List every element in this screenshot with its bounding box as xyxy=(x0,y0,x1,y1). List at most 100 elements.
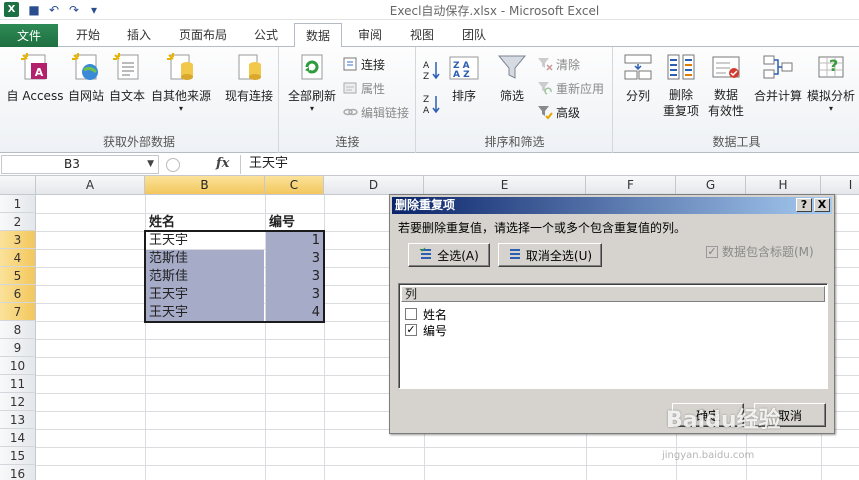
name-box-dropdown-icon[interactable]: ▼ xyxy=(147,156,154,173)
reapply-button[interactable]: 重新应用 xyxy=(537,79,604,97)
insert-function-icon[interactable]: fx xyxy=(216,156,229,171)
from-other-sources-button[interactable]: 自其他来源 ▾ xyxy=(148,51,214,113)
row-header-1[interactable]: 1 xyxy=(0,195,36,213)
svg-text:?: ? xyxy=(829,56,838,75)
clear-filter-icon xyxy=(537,56,553,72)
row-header-8[interactable]: 8 xyxy=(0,321,36,339)
row-header-3[interactable]: 3 xyxy=(0,231,36,249)
what-if-analysis-button[interactable]: ? 模拟分析 ▾ xyxy=(806,51,856,113)
row-header-7[interactable]: 7 xyxy=(0,303,36,321)
cell-b3[interactable]: 王天宇 xyxy=(146,232,264,250)
from-access-button[interactable]: A 自 Access xyxy=(4,51,66,104)
row-header-4[interactable]: 4 xyxy=(0,249,36,267)
row-header-5[interactable]: 5 xyxy=(0,267,36,285)
row-header-2[interactable]: 2 xyxy=(0,213,36,231)
text-file-icon xyxy=(111,51,143,83)
column-option-id[interactable]: ✓ 编号 xyxy=(405,322,447,338)
formula-bar-splitter-icon[interactable] xyxy=(166,158,180,172)
watermark-url: jingyan.baidu.com xyxy=(662,450,755,461)
cell-b2[interactable]: 姓名 xyxy=(146,214,264,232)
row-header-6[interactable]: 6 xyxy=(0,285,36,303)
select-all-button[interactable]: 全选(A) xyxy=(408,243,490,267)
column-header-f[interactable]: F xyxy=(586,176,676,195)
clear-filter-button[interactable]: 清除 xyxy=(537,55,580,73)
group-label-sort-filter: 排序和筛选 xyxy=(484,135,545,149)
ribbon-tabs: 文件 开始 插入 页面布局 公式 数据 审阅 视图 团队 xyxy=(0,20,859,48)
group-data-tools: 分列 删除 重复项 数据 有效性 合并计算 ? 模拟分析 ▾ 数据工具 xyxy=(614,47,859,153)
column-header-a[interactable]: A xyxy=(36,176,145,195)
row-header-10[interactable]: 10 xyxy=(0,357,36,375)
row-header-14[interactable]: 14 xyxy=(0,429,36,447)
column-option-name[interactable]: 姓名 xyxy=(405,306,447,322)
formula-input[interactable]: 王天宇 xyxy=(240,155,857,174)
text-to-columns-icon xyxy=(622,51,654,83)
sort-za-button[interactable]: ZA xyxy=(423,93,441,116)
sort-az-button[interactable]: AZ xyxy=(423,61,441,82)
tab-review[interactable]: 审阅 xyxy=(346,23,394,47)
column-checkbox-id[interactable]: ✓ xyxy=(405,324,417,336)
close-button[interactable]: X xyxy=(814,198,830,212)
name-box[interactable]: B3 ▼ xyxy=(1,155,159,174)
has-headers-checkbox[interactable]: ✓ xyxy=(706,245,718,258)
connections-button[interactable]: 连接 xyxy=(342,55,385,73)
cell-c7[interactable]: 4 xyxy=(266,304,323,322)
column-header-i[interactable]: I xyxy=(821,176,859,195)
existing-connections-icon xyxy=(233,51,265,83)
remove-duplicates-button[interactable]: 删除 重复项 xyxy=(660,51,702,119)
advanced-filter-icon xyxy=(537,104,553,120)
cell-b6[interactable]: 王天宇 xyxy=(146,286,264,304)
cell-c5[interactable]: 3 xyxy=(266,268,323,286)
cell-c4[interactable]: 3 xyxy=(266,250,323,268)
column-header-b[interactable]: B xyxy=(145,176,265,195)
row-header-16[interactable]: 16 xyxy=(0,465,36,480)
row-header-9[interactable]: 9 xyxy=(0,339,36,357)
tab-team[interactable]: 团队 xyxy=(450,23,498,47)
unselect-all-button[interactable]: 取消全选(U) xyxy=(498,243,602,267)
tab-insert[interactable]: 插入 xyxy=(115,23,163,47)
dialog-title: 删除重复项 xyxy=(395,198,456,212)
cell-c6[interactable]: 3 xyxy=(266,286,323,304)
sort-button[interactable]: Z AA Z 排序 xyxy=(447,51,481,104)
from-web-button[interactable]: 自网站 xyxy=(66,51,106,104)
column-header-c[interactable]: C xyxy=(265,176,324,195)
cell-c3[interactable]: 1 xyxy=(266,232,323,250)
properties-button[interactable]: 属性 xyxy=(342,79,385,97)
data-validation-button[interactable]: 数据 有效性 xyxy=(704,51,748,119)
cell-c2[interactable]: 编号 xyxy=(266,214,323,232)
tab-view[interactable]: 视图 xyxy=(398,23,446,47)
has-headers-option[interactable]: ✓ 数据包含标题(M) xyxy=(706,243,814,260)
column-header-h[interactable]: H xyxy=(746,176,821,195)
svg-text:Z: Z xyxy=(423,95,429,105)
filter-button[interactable]: 筛选 xyxy=(495,51,529,104)
cell-b4[interactable]: 范斯佳 xyxy=(146,250,264,268)
tab-formulas[interactable]: 公式 xyxy=(243,23,289,47)
from-text-button[interactable]: 自文本 xyxy=(107,51,147,104)
column-checkbox-name[interactable] xyxy=(405,308,417,320)
reapply-icon xyxy=(537,80,553,96)
group-label-data-tools: 数据工具 xyxy=(712,135,761,149)
row-header-11[interactable]: 11 xyxy=(0,375,36,393)
tab-page-layout[interactable]: 页面布局 xyxy=(170,23,236,47)
row-header-12[interactable]: 12 xyxy=(0,393,36,411)
select-all-corner[interactable] xyxy=(0,176,36,195)
row-header-13[interactable]: 13 xyxy=(0,411,36,429)
cell-b5[interactable]: 范斯佳 xyxy=(146,268,264,286)
existing-connections-button[interactable]: 现有连接 xyxy=(222,51,276,104)
column-header-g[interactable]: G xyxy=(676,176,746,195)
dialog-title-bar[interactable]: 删除重复项 ? X xyxy=(392,197,832,214)
help-button[interactable]: ? xyxy=(796,198,812,212)
cell-b7[interactable]: 王天宇 xyxy=(146,304,264,322)
sort-descending-icon: ZA xyxy=(423,93,441,116)
row-header-15[interactable]: 15 xyxy=(0,447,36,465)
advanced-filter-button[interactable]: 高级 xyxy=(537,103,580,121)
refresh-all-button[interactable]: 全部刷新 ▾ xyxy=(284,51,340,113)
text-to-columns-button[interactable]: 分列 xyxy=(620,51,656,104)
tab-file[interactable]: 文件 xyxy=(0,24,58,48)
column-header-e[interactable]: E xyxy=(424,176,586,195)
column-header-d[interactable]: D xyxy=(324,176,424,195)
edit-links-button[interactable]: 编辑链接 xyxy=(342,103,409,121)
tab-data[interactable]: 数据 xyxy=(294,23,342,48)
columns-listbox[interactable]: 列 姓名 ✓ 编号 xyxy=(398,283,828,389)
consolidate-button[interactable]: 合并计算 xyxy=(752,51,804,104)
tab-home[interactable]: 开始 xyxy=(64,23,112,47)
